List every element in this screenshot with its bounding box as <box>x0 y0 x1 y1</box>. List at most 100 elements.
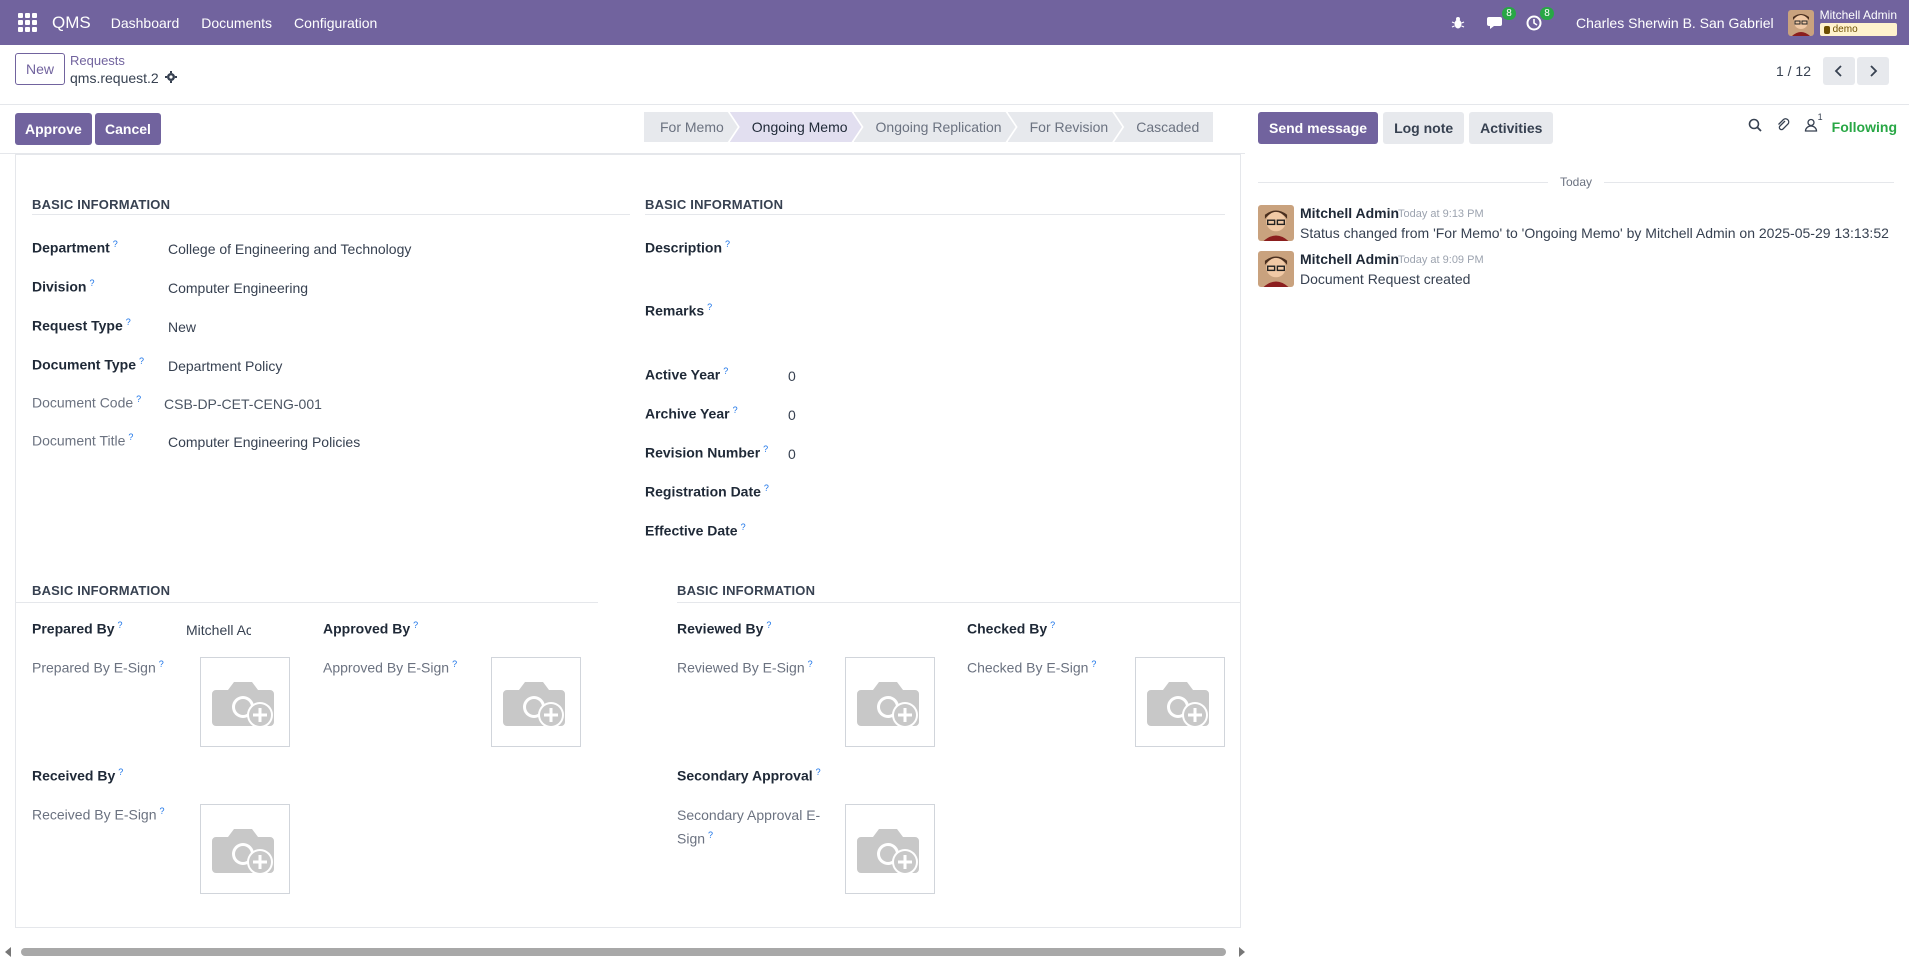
secondary-approval-label: Secondary Approval? <box>677 767 821 784</box>
pager: 1 / 12 <box>1776 57 1889 85</box>
stage-for-memo[interactable]: For Memo <box>644 112 738 142</box>
following-toggle[interactable]: Following <box>1832 119 1897 135</box>
group-title-basic-info-1: BASIC INFORMATION <box>32 197 171 212</box>
prepared-esign-upload[interactable] <box>200 657 290 747</box>
menu-documents[interactable]: Documents <box>201 15 272 31</box>
camera-add-icon <box>1147 682 1209 728</box>
secondary-esign-label: Secondary Approval E- Sign? <box>677 807 821 847</box>
prepared-by-field[interactable]: Mitchell Ac <box>186 622 251 638</box>
prepared-by-label: Prepared By? <box>32 620 123 637</box>
stage-for-revision[interactable]: For Revision <box>1008 112 1123 142</box>
secondary-esign-upload[interactable] <box>845 804 935 894</box>
group-title-basic-info-4: BASIC INFORMATION <box>677 583 816 598</box>
messages-icon[interactable]: 8 <box>1486 6 1516 33</box>
stage-cascaded[interactable]: Cascaded <box>1114 112 1214 142</box>
camera-add-icon <box>212 682 274 728</box>
scrollbar-thumb[interactable] <box>21 948 1226 956</box>
message-author[interactable]: Mitchell Admin <box>1300 205 1399 221</box>
group-divider <box>645 214 1225 215</box>
request-type-field[interactable]: New <box>168 319 196 335</box>
chevron-right-icon <box>1870 65 1878 77</box>
author-avatar[interactable] <box>1258 205 1294 241</box>
user-name: Mitchell Admin <box>1819 8 1897 22</box>
author-avatar[interactable] <box>1258 251 1294 287</box>
control-panel: New Requests qms.request.2 1 / 12 <box>0 45 1909 105</box>
apps-menu-icon[interactable] <box>16 12 38 34</box>
approved-esign-label: Approved By E-Sign? <box>323 659 458 676</box>
checked-esign-upload[interactable] <box>1135 657 1225 747</box>
activities-clock-icon[interactable]: 8 <box>1524 6 1554 33</box>
followers-count: 1 <box>1817 112 1823 122</box>
search-icon[interactable] <box>1748 118 1762 135</box>
form-action-bar: Approve Cancel For Memo Ongoing Memo Ong… <box>0 106 1245 154</box>
camera-add-icon <box>503 682 565 728</box>
record-title: qms.request.2 <box>70 70 177 86</box>
document-type-field[interactable]: Department Policy <box>168 358 282 374</box>
division-label: Division? <box>32 278 95 295</box>
database-name: demo <box>1832 24 1858 35</box>
received-by-label: Received By? <box>32 767 124 784</box>
document-code-field: CSB-DP-CET-CENG-001 <box>164 396 322 412</box>
send-message-button[interactable]: Send message <box>1258 112 1379 144</box>
horizontal-scrollbar[interactable] <box>5 945 1245 959</box>
camera-add-icon <box>857 829 919 875</box>
breadcrumb-requests[interactable]: Requests <box>70 53 125 68</box>
scroll-right-icon[interactable] <box>1239 947 1245 957</box>
message-body: Status changed from 'For Memo' to 'Ongoi… <box>1300 225 1889 241</box>
revision-number-label: Revision Number? <box>645 444 769 461</box>
group-divider <box>16 602 598 603</box>
request-type-label: Request Type? <box>32 317 131 334</box>
group-title-basic-info-2: BASIC INFORMATION <box>645 197 784 212</box>
bug-icon[interactable] <box>1448 13 1468 33</box>
approved-by-label: Approved By? <box>323 620 419 637</box>
top-navbar: QMS Dashboard Documents Configuration 8 … <box>0 0 1909 45</box>
app-brand[interactable]: QMS <box>52 13 91 33</box>
active-year-label: Active Year? <box>645 366 729 383</box>
department-field[interactable]: College of Engineering and Technology <box>168 241 411 257</box>
message-time: Today at 9:09 PM <box>1398 254 1484 266</box>
menu-configuration[interactable]: Configuration <box>294 15 377 31</box>
received-esign-upload[interactable] <box>200 804 290 894</box>
active-year-field[interactable]: 0 <box>788 368 796 384</box>
checked-esign-label: Checked By E-Sign? <box>967 659 1097 676</box>
prepared-esign-label: Prepared By E-Sign? <box>32 659 164 676</box>
company-switcher[interactable]: Charles Sherwin B. San Gabriel <box>1576 15 1774 31</box>
new-button[interactable]: New <box>15 53 66 85</box>
reviewed-esign-label: Reviewed By E-Sign? <box>677 659 813 676</box>
approve-button[interactable]: Approve <box>15 113 92 145</box>
database-icon <box>1823 25 1830 34</box>
date-separator: Today <box>1258 172 1894 192</box>
stage-ongoing-memo[interactable]: Ongoing Memo <box>730 112 862 142</box>
approved-esign-upload[interactable] <box>491 657 581 747</box>
stage-ongoing-replication[interactable]: Ongoing Replication <box>854 112 1016 142</box>
statusbar: For Memo Ongoing Memo Ongoing Replicatio… <box>644 112 1214 142</box>
registration-date-label: Registration Date? <box>645 483 769 500</box>
scroll-left-icon[interactable] <box>5 947 11 957</box>
followers-icon[interactable]: 1 <box>1804 112 1823 135</box>
chevron-left-icon <box>1834 65 1842 77</box>
paperclip-icon[interactable] <box>1776 118 1790 135</box>
reviewed-esign-upload[interactable] <box>845 657 935 747</box>
date-separator-label: Today <box>1559 175 1593 189</box>
description-label: Description? <box>645 239 731 256</box>
archive-year-field[interactable]: 0 <box>788 407 796 423</box>
division-field[interactable]: Computer Engineering <box>168 280 308 296</box>
user-avatar[interactable] <box>1787 9 1814 36</box>
remarks-label: Remarks? <box>645 302 713 319</box>
pager-previous-button[interactable] <box>1823 57 1855 85</box>
message-body: Document Request created <box>1300 271 1471 287</box>
user-menu[interactable]: Mitchell Admin demo <box>1819 8 1897 36</box>
messages-badge: 8 <box>1501 6 1516 20</box>
reviewed-by-label: Reviewed By? <box>677 620 772 637</box>
log-note-button[interactable]: Log note <box>1383 112 1465 144</box>
menu-dashboard[interactable]: Dashboard <box>111 15 180 31</box>
pager-next-button[interactable] <box>1857 57 1889 85</box>
group-title-basic-info-3: BASIC INFORMATION <box>32 583 171 598</box>
gear-icon[interactable] <box>164 70 177 86</box>
cancel-button[interactable]: Cancel <box>95 113 161 145</box>
activities-button[interactable]: Activities <box>1469 112 1554 144</box>
revision-number-field[interactable]: 0 <box>788 446 796 462</box>
message-author[interactable]: Mitchell Admin <box>1300 251 1399 267</box>
pager-value[interactable]: 1 / 12 <box>1776 63 1811 79</box>
document-title-label: Document Title? <box>32 432 134 449</box>
